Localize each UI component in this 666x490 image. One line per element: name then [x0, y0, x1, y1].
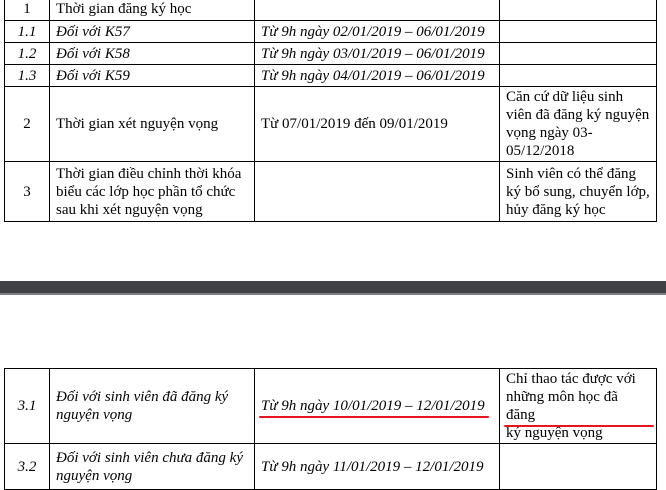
- row-label: Thời gian xét nguyện vọng: [49, 86, 255, 162]
- schedule-table-top: 1 Thời gian đăng ký học 1.1 Đối với K57 …: [4, 0, 657, 222]
- row-number: 3.2: [4, 443, 50, 490]
- row-label: Đối với K57: [49, 20, 255, 43]
- row-time: [254, 0, 500, 21]
- row-label: Đối với sinh viên chưa đăng ký nguyện vọ…: [49, 443, 255, 490]
- row-number: 1.2: [4, 42, 50, 65]
- row-time: Từ 9h ngày 11/01/2019 – 12/01/2019: [254, 443, 500, 490]
- table-row: 3.2 Đối với sinh viên chưa đăng ký nguyệ…: [4, 443, 657, 490]
- row-note: [499, 20, 657, 43]
- table-row: 1.3 Đối với K59 Từ 9h ngày 04/01/2019 – …: [4, 64, 657, 87]
- row-note: Chỉ thao tác được với những môn học đã đ…: [499, 368, 657, 444]
- row-note: [499, 443, 657, 490]
- highlighted-date-range: 03/01/2019 – 06/01/2019: [332, 45, 485, 62]
- table-row: 2 Thời gian xét nguyện vọng Từ 07/01/201…: [4, 86, 657, 162]
- row-note: Căn cứ dữ liệu sinh viên đã đăng ký nguy…: [499, 86, 657, 162]
- table-row: 3.1 Đối với sinh viên đã đăng ký nguyện …: [4, 368, 657, 444]
- row-label: Đối với K59: [49, 64, 255, 87]
- row-note: [499, 0, 657, 21]
- table-row: 1.2 Đối với K58 Từ 9h ngày 03/01/2019 – …: [4, 42, 657, 65]
- note-suffix: ký nguyện vọng: [506, 425, 603, 441]
- row-note: [499, 42, 657, 65]
- table-row: 1.1 Đối với K57 Từ 9h ngày 02/01/2019 – …: [4, 20, 657, 43]
- row-number: 1.3: [4, 64, 50, 87]
- row-time: Từ 07/01/2019 đến 09/01/2019: [254, 86, 500, 162]
- row-label: Đối với K58: [49, 42, 255, 65]
- row-time: Từ 9h ngày 04/01/2019 – 06/01/2019: [254, 64, 500, 87]
- row-number: 3.1: [4, 368, 50, 444]
- page-break-separator: [0, 281, 666, 295]
- table-row: 1 Thời gian đăng ký học: [4, 0, 657, 21]
- row-label: Đối với sinh viên đã đăng ký nguyện vọng: [49, 368, 255, 444]
- row-label: Thời gian điều chỉnh thời khóa biểu các …: [49, 161, 255, 222]
- row-number: 1.1: [4, 20, 50, 43]
- row-note: Sinh viên có thể đăng ký bổ sung, chuyển…: [499, 161, 657, 222]
- row-time: Từ 9h ngày 10/01/2019 – 12/01/2019: [254, 368, 500, 444]
- row-label: Thời gian đăng ký học: [49, 0, 255, 21]
- row-time: Từ 9h ngày 03/01/2019 – 06/01/2019: [254, 42, 500, 65]
- highlighted-date-range: Từ 9h ngày 10/01/2019 – 12/01/2019: [259, 398, 489, 418]
- table-row: 3 Thời gian điều chỉnh thời khóa biểu cá…: [4, 161, 657, 222]
- time-prefix: Từ 9h ngày: [261, 45, 333, 62]
- schedule-table-bottom: 3.1 Đối với sinh viên đã đăng ký nguyện …: [4, 368, 657, 490]
- row-number: 2: [4, 86, 50, 162]
- note-prefix: Chỉ thao tác được với: [506, 371, 636, 387]
- row-number: 3: [4, 161, 50, 222]
- row-number: 1: [4, 0, 50, 21]
- row-time: [254, 161, 500, 222]
- row-note: [499, 64, 657, 87]
- row-time: Từ 9h ngày 02/01/2019 – 06/01/2019: [254, 20, 500, 43]
- highlighted-note: những môn học đã đăng: [504, 388, 654, 427]
